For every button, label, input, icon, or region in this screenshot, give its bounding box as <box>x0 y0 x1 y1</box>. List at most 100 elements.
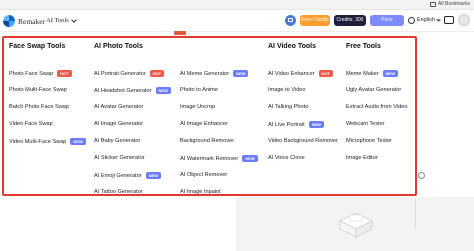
all-bookmarks-link[interactable]: All Bookmarks <box>430 1 470 7</box>
ai-tools-label: AI Tools <box>46 17 69 24</box>
menu-item[interactable]: Ugly Avatar Generator <box>346 87 401 93</box>
menu-item[interactable]: Video Face Swap <box>9 121 53 127</box>
menu-item-label: Image Editor <box>346 155 378 161</box>
divider <box>415 199 416 229</box>
menu-item[interactable]: AI Avatar Generator <box>94 104 143 110</box>
translate-icon[interactable] <box>284 14 296 26</box>
column-title: Face Swap Tools <box>9 43 66 50</box>
menu-item-label: AI Emoji Generator <box>94 172 142 179</box>
logo-icon[interactable] <box>3 15 15 27</box>
menu-item[interactable]: AI Sticker Generator <box>94 155 145 161</box>
face-swap-column: Face Swap Tools Photo Face Swap HOT Phot… <box>9 43 89 145</box>
menu-item-label: Batch Photo Face Swap <box>9 104 70 110</box>
menu-item-label: AI Talking Photo <box>268 104 309 110</box>
hot-badge: HOT <box>149 70 165 77</box>
free-credits-button[interactable]: Free Credits <box>299 14 330 26</box>
menu-item-label: Background Remover <box>180 138 235 144</box>
new-badge: NEW <box>242 155 258 162</box>
menu-item[interactable]: Photo to Anime <box>180 87 218 93</box>
new-badge: NEW <box>155 87 171 94</box>
header-actions: Free Credits Credits: 300 Price English <box>284 14 470 26</box>
new-badge: NEW <box>382 70 398 77</box>
menu-item[interactable]: Video Background Remover <box>268 138 338 144</box>
menu-item-label: AI Meme Generator <box>180 70 230 77</box>
menu-item-label: Image Uncrop <box>180 104 216 110</box>
globe-icon <box>407 16 415 24</box>
menu-item[interactable]: AI Image Enhancer <box>180 121 228 127</box>
menu-item-label: Video Background Remover <box>268 138 338 144</box>
new-badge: NEW <box>145 172 161 179</box>
menu-item-label: AI Image Enhancer <box>180 121 228 127</box>
menu-item[interactable]: Photo Multi-Face Swap <box>9 87 67 93</box>
column-title: AI Video Tools <box>268 43 316 50</box>
menu-item[interactable]: Background Remover <box>180 138 234 144</box>
language-selector[interactable]: English <box>407 16 441 24</box>
menu-item[interactable]: Microphone Tester <box>346 138 392 144</box>
radio-icon[interactable] <box>418 172 425 179</box>
hot-badge: HOT <box>318 70 333 77</box>
menu-item[interactable]: Extract Audio from Video <box>346 104 407 110</box>
chevron-down-icon <box>70 16 77 23</box>
menu-item-label: Photo Face Swap <box>9 70 54 77</box>
menu-item[interactable]: AI Object Remover <box>180 172 227 178</box>
menu-item-label: AI Image Generator <box>94 121 144 127</box>
menu-item[interactable]: AI Meme Generator NEW <box>180 70 249 77</box>
menu-item[interactable]: AI Tattoo Generator <box>94 189 143 195</box>
site-header: Remaker AI Tools Free Credits Credits: 3… <box>0 10 474 32</box>
ai-video-column: AI Video Tools AI Video Enhancer HOT Ima… <box>268 43 344 161</box>
new-badge: NEW <box>233 70 249 77</box>
menu-item[interactable]: AI Baby Generator <box>94 138 140 144</box>
menu-item-label: AI Video Enhancer <box>268 70 315 77</box>
menu-item[interactable]: AI Voice Clone <box>268 155 305 161</box>
menu-item[interactable]: Webcam Tester <box>346 121 385 127</box>
menu-item[interactable]: AI Image Inpaint <box>180 189 221 195</box>
menu-item[interactable]: Image Editor <box>346 155 378 161</box>
page-tab-indicator <box>174 31 186 35</box>
menu-item-label: Video Multi-Face Swap <box>9 138 67 145</box>
ai-tools-dropdown: Face Swap Tools Photo Face Swap HOT Phot… <box>2 36 417 196</box>
ai-photo-column: AI Photo Tools AI Portrait Generator HOT… <box>94 43 180 195</box>
menu-item-label: AI Watermark Remover <box>180 155 239 162</box>
credits-badge[interactable]: Credits: 300 <box>333 14 366 26</box>
menu-item-label: AI Sticker Generator <box>94 155 145 161</box>
menu-item[interactable]: AI Talking Photo <box>268 104 308 110</box>
menu-item[interactable]: AI Image Generator <box>94 121 143 127</box>
menu-item-label: Photo Multi-Face Swap <box>9 87 67 93</box>
menu-item-label: Video Face Swap <box>9 121 53 127</box>
chat-icon[interactable] <box>444 16 454 24</box>
ai-tools-menu[interactable]: AI Tools <box>46 16 77 24</box>
menu-item-label: AI Object Remover <box>180 172 228 178</box>
column-title <box>180 43 266 53</box>
menu-item[interactable]: AI Video Enhancer HOT <box>268 70 333 77</box>
avatar[interactable] <box>458 14 470 26</box>
menu-item[interactable]: Image Uncrop <box>180 104 215 110</box>
menu-item[interactable]: Meme Maker NEW <box>346 70 398 77</box>
free-tools-column: Free Tools Meme Maker NEW Ugly Avatar Ge… <box>346 43 416 161</box>
menu-item-label: Ugly Avatar Generator <box>346 87 402 93</box>
illustration-image <box>339 212 373 238</box>
menu-item-label: Image to Video <box>268 87 306 93</box>
menu-item-label: AI Image Inpaint <box>180 189 221 195</box>
bookmarks-bar: All Bookmarks <box>0 0 474 10</box>
folder-icon <box>430 1 437 7</box>
menu-item[interactable]: AI Headshot Generator NEW <box>94 87 171 94</box>
menu-item[interactable]: Image to Video <box>268 87 306 93</box>
menu-item-label: AI Baby Generator <box>94 138 141 144</box>
new-badge: NEW <box>308 121 325 128</box>
column-title: AI Photo Tools <box>94 43 143 50</box>
menu-item-label: AI Portrait Generator <box>94 70 146 77</box>
menu-item-label: Webcam Tester <box>346 121 385 127</box>
price-button[interactable]: Price <box>369 14 404 26</box>
menu-item[interactable]: AI Portrait Generator HOT <box>94 70 165 77</box>
brand-name[interactable]: Remaker <box>18 17 45 26</box>
new-badge: NEW <box>70 138 86 145</box>
language-label: English <box>416 17 435 23</box>
menu-item[interactable]: Photo Face Swap HOT <box>9 70 72 77</box>
menu-item[interactable]: Batch Photo Face Swap <box>9 104 69 110</box>
menu-item[interactable]: AI Watermark Remover NEW <box>180 155 258 162</box>
menu-item[interactable]: Video Multi-Face Swap NEW <box>9 138 86 145</box>
menu-item[interactable]: AI Live Portrait NEW <box>268 121 325 128</box>
menu-item[interactable]: AI Emoji Generator NEW <box>94 172 161 179</box>
hot-badge: HOT <box>57 70 72 77</box>
menu-item-label: AI Tattoo Generator <box>94 189 143 195</box>
